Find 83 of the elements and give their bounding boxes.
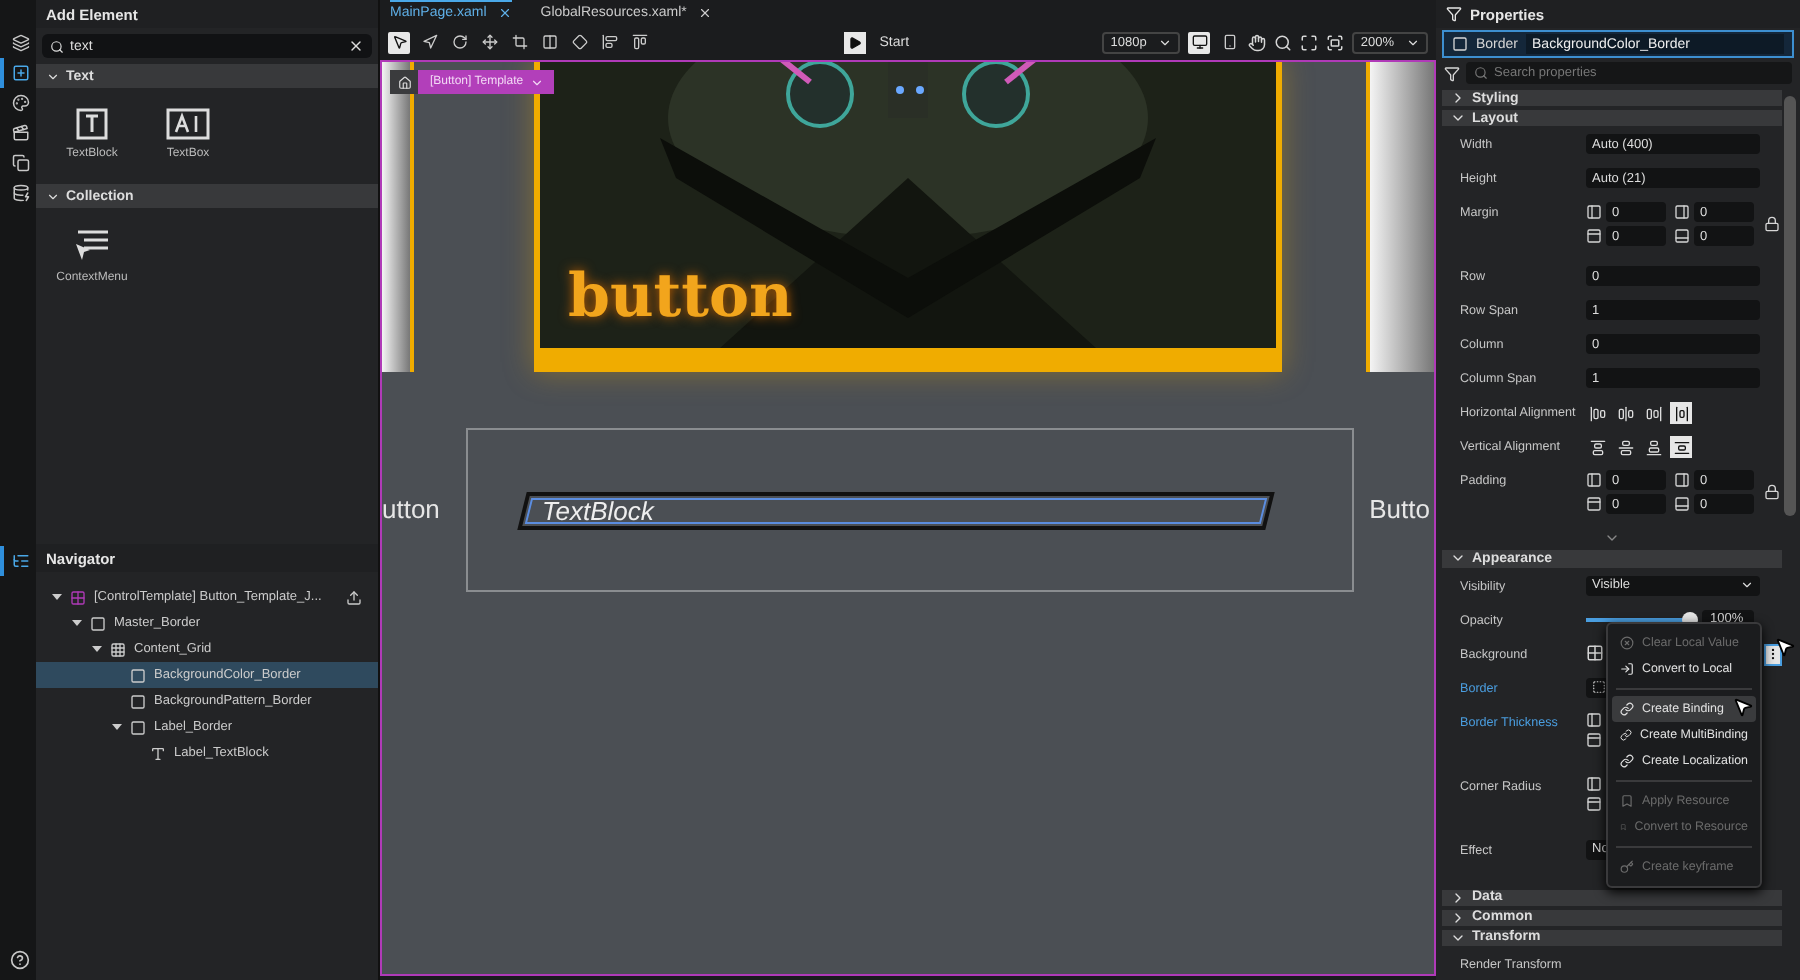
alignment-button[interactable] [1670,402,1692,425]
expand-arrow-icon[interactable] [52,592,62,602]
clear-icon[interactable] [348,38,364,54]
play-button[interactable] [843,31,866,53]
local-icon [1620,662,1634,676]
lock-icon[interactable] [1764,484,1780,501]
close-icon[interactable] [498,6,513,20]
chevron-right-icon [1450,90,1466,107]
tool-button[interactable] [418,31,440,53]
close-icon[interactable] [698,5,713,19]
clear-icon [1620,636,1634,650]
alignment-button[interactable] [1642,402,1664,425]
desktop-view-button[interactable] [1188,31,1211,53]
border-element-icon [1452,36,1468,52]
tool-button[interactable] [568,31,590,53]
textbox-icon [166,108,210,140]
tool-button[interactable] [628,31,650,53]
alignment-button[interactable] [1614,402,1636,425]
key-icon [1620,860,1634,874]
alignment-button[interactable] [1614,436,1636,459]
binding-icon [1620,702,1634,716]
fit-icon[interactable] [1300,33,1319,51]
alignment-button[interactable] [1586,436,1608,459]
selected-element[interactable]: TextBlock [517,492,1275,530]
alignment-button[interactable] [1586,402,1608,425]
expand-arrow-icon[interactable] [92,644,102,654]
more-icon [1766,646,1780,663]
binding-icon [1620,754,1634,768]
cursor-icon [1732,696,1754,718]
tool-button[interactable] [538,31,560,53]
tool-button[interactable] [448,31,470,53]
textblock-icon [76,108,108,140]
fullscreen-icon[interactable] [1326,33,1345,51]
export-icon[interactable] [346,589,362,605]
cursor-icon [1774,636,1796,658]
side-icon [1674,228,1690,245]
chevron-down-icon [1406,35,1420,49]
expand-arrow-icon[interactable] [72,618,82,628]
border-element-icon [90,615,106,631]
button-text: button [568,262,793,332]
binding-icon [1620,728,1632,742]
side-icon [1586,472,1602,489]
side-icon [1586,775,1602,792]
side-icon [1586,228,1602,245]
filter-icon[interactable] [1444,65,1460,81]
side-icon [1674,496,1690,513]
checker-icon [1586,643,1604,662]
alignment-button[interactable] [1670,436,1692,459]
expand-arrow-icon[interactable] [112,722,122,732]
context-menu-icon [72,228,112,264]
side-icon [1586,731,1602,748]
chevron-down-icon [46,189,60,203]
tool-button[interactable] [598,31,620,53]
chevron-down-icon [1740,578,1754,593]
text-element-icon [150,745,166,761]
swatch-icon [1592,680,1606,695]
textblock-text: TextBlock [542,496,654,526]
lock-icon[interactable] [1764,216,1780,233]
side-icon [1674,204,1690,221]
template-icon [70,589,86,605]
home-icon [397,75,411,89]
side-icon [1586,711,1602,728]
home-button[interactable] [390,70,418,94]
button-text: utton [382,494,440,524]
side-icon [1586,204,1602,221]
button-text: Butto [1369,494,1430,524]
tool-button[interactable] [388,31,410,53]
chevron-down-icon [529,75,544,89]
hand-icon[interactable] [1248,33,1267,51]
zoom-icon[interactable] [1274,33,1293,51]
side-icon [1674,472,1690,489]
more-button[interactable] [1764,643,1782,666]
chevron-down-icon [1158,35,1173,49]
tool-button[interactable] [508,31,530,53]
side-icon [1586,795,1602,812]
chevron-down-icon [46,69,60,83]
alignment-button[interactable] [1642,436,1664,459]
grid-element-icon [110,641,126,657]
search-icon [1474,66,1488,80]
search-icon [50,39,64,53]
properties-icon [1446,6,1462,22]
side-icon [1586,496,1602,513]
tool-button[interactable] [478,31,500,53]
